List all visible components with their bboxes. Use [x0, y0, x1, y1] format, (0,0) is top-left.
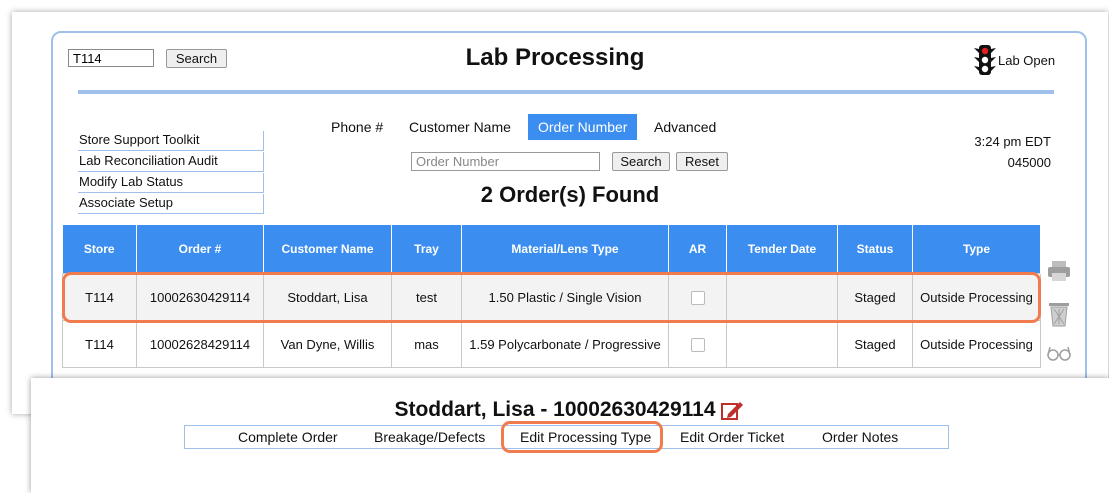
col-store[interactable]: Store	[62, 225, 137, 274]
table-row[interactable]: T114 10002630429114 Stoddart, Lisa test …	[62, 273, 1041, 321]
cell-tender-date	[726, 320, 838, 368]
orders-found-count: 2 Order(s) Found	[480, 182, 660, 207]
col-status[interactable]: Status	[837, 225, 913, 274]
table-header-row: Store Order # Customer Name Tray Materia…	[62, 225, 1041, 274]
side-links: Store Support Toolkit Lab Reconciliation…	[78, 131, 264, 215]
cell-tray: mas	[391, 320, 462, 368]
col-type[interactable]: Type	[912, 225, 1041, 274]
link-lab-reconciliation-audit[interactable]: Lab Reconciliation Audit	[78, 152, 264, 172]
header-divider	[78, 90, 1054, 94]
cell-status: Staged	[837, 320, 913, 368]
cell-status: Staged	[837, 273, 913, 321]
cell-customer-name: Stoddart, Lisa	[263, 273, 392, 321]
cell-store: T114	[62, 320, 137, 368]
col-customer-name[interactable]: Customer Name	[263, 225, 392, 274]
current-time: 3:24 pm EDT	[974, 134, 1051, 149]
store-search-input[interactable]	[68, 49, 154, 67]
table-row[interactable]: T114 10002628429114 Van Dyne, Willis mas…	[62, 320, 1041, 368]
tab-advanced[interactable]: Advanced	[654, 114, 716, 140]
col-ar[interactable]: AR	[668, 225, 727, 274]
order-number-input[interactable]	[411, 152, 600, 171]
link-associate-setup[interactable]: Associate Setup	[78, 194, 264, 214]
link-modify-lab-status[interactable]: Modify Lab Status	[78, 173, 264, 193]
cell-store: T114	[62, 273, 137, 321]
action-order-notes[interactable]: Order Notes	[822, 429, 898, 445]
traffic-light-icon	[974, 45, 996, 75]
cell-type: Outside Processing	[912, 320, 1041, 368]
orders-table: Store Order # Customer Name Tray Materia…	[62, 225, 1041, 368]
edit-icon[interactable]	[720, 399, 746, 421]
cell-order-number: 10002630429114	[136, 273, 264, 321]
store-search-button[interactable]: Search	[166, 49, 227, 68]
page-title: Lab Processing	[465, 44, 645, 71]
order-detail-title: Stoddart, Lisa - 10002630429114	[300, 398, 840, 422]
tab-customer-name[interactable]: Customer Name	[409, 114, 511, 140]
cell-type: Outside Processing	[912, 273, 1041, 321]
cell-tray: test	[391, 273, 462, 321]
col-tray[interactable]: Tray	[391, 225, 462, 274]
action-edit-order-ticket[interactable]: Edit Order Ticket	[680, 429, 784, 445]
tab-order-number[interactable]: Order Number	[528, 114, 638, 140]
order-search-button[interactable]: Search	[612, 152, 670, 171]
trash-icon[interactable]	[1046, 300, 1072, 328]
cell-order-number: 10002628429114	[136, 320, 264, 368]
action-edit-processing-type[interactable]: Edit Processing Type	[520, 429, 651, 445]
lab-status[interactable]: Lab Open	[973, 44, 1055, 76]
cell-customer-name: Van Dyne, Willis	[263, 320, 392, 368]
cell-ar	[668, 273, 727, 321]
time-info: 3:24 pm EDT 045000	[974, 131, 1051, 173]
col-tender-date[interactable]: Tender Date	[726, 225, 838, 274]
ar-checkbox[interactable]	[690, 337, 705, 352]
reset-button[interactable]: Reset	[676, 152, 728, 171]
col-order-number[interactable]: Order #	[136, 225, 264, 274]
tab-phone[interactable]: Phone #	[331, 114, 383, 140]
col-material-lens-type[interactable]: Material/Lens Type	[461, 225, 669, 274]
action-breakage-defects[interactable]: Breakage/Defects	[374, 429, 485, 445]
cell-tender-date	[726, 273, 838, 321]
printer-icon[interactable]	[1046, 259, 1072, 283]
glasses-icon[interactable]	[1046, 343, 1072, 363]
store-code: 045000	[1007, 155, 1051, 170]
cell-material: 1.59 Polycarbonate / Progressive	[461, 320, 669, 368]
link-store-support-toolkit[interactable]: Store Support Toolkit	[78, 131, 264, 151]
cell-material: 1.50 Plastic / Single Vision	[461, 273, 669, 321]
ar-checkbox[interactable]	[690, 290, 705, 305]
action-complete-order[interactable]: Complete Order	[238, 429, 338, 445]
lab-status-label: Lab Open	[998, 52, 1056, 68]
order-detail-title-text: Stoddart, Lisa - 10002630429114	[394, 398, 716, 421]
cell-ar	[668, 320, 727, 368]
